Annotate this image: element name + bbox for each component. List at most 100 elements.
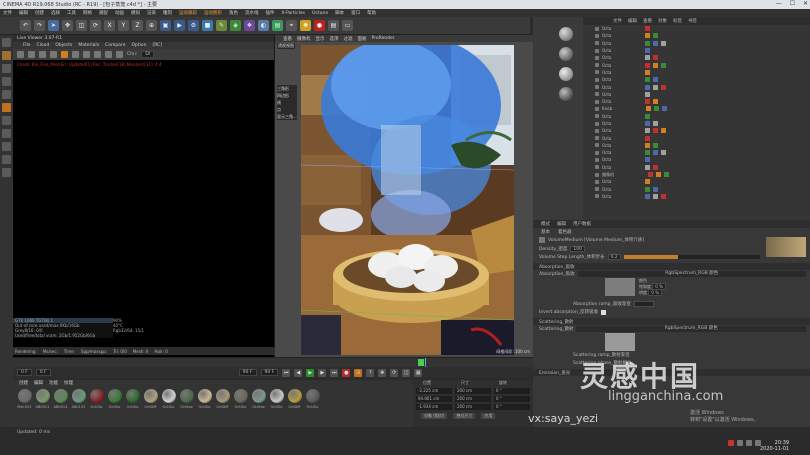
menu-item[interactable]: 窗口 [351, 10, 360, 16]
object-tag-icon[interactable] [645, 91, 651, 97]
attribute-menu-item[interactable]: 模式 [541, 221, 550, 227]
object-name[interactable]: Octa [602, 143, 611, 148]
object-tag-icon[interactable] [645, 164, 651, 170]
prev-key-icon[interactable]: ◀ [294, 368, 303, 377]
object-name[interactable]: Octa [602, 55, 611, 60]
object-tag-icon[interactable] [645, 128, 651, 134]
send-scene-icon[interactable] [17, 51, 24, 58]
object-menu-item[interactable]: 书签 [688, 18, 697, 24]
object-tag-icon[interactable] [653, 40, 659, 46]
object-row[interactable]: Octa [583, 91, 810, 98]
object-name[interactable]: Octa [602, 26, 611, 31]
lv-menu-item[interactable]: Objects [55, 43, 72, 48]
timeline-window-icon[interactable]: ▦ [414, 368, 423, 377]
scattering-shader[interactable]: RgbSpectrum_RGB 颜色 [576, 326, 806, 332]
rot-p-field[interactable]: 0 ° [494, 396, 530, 402]
attribute-subtab[interactable]: 着色器 [558, 229, 572, 235]
object-tag-icon[interactable] [653, 128, 659, 134]
object-tag-icon[interactable] [645, 84, 651, 90]
viewport-menu-item[interactable]: 面板 [358, 36, 367, 42]
object-tag-icon[interactable] [653, 33, 659, 39]
lv-menu-item[interactable]: Materials [78, 43, 99, 48]
material-menu-item[interactable]: 纹理 [64, 380, 73, 386]
menu-item[interactable]: 渲染 [147, 10, 156, 16]
object-row[interactable]: Octa [583, 83, 810, 90]
preview-sphere-icon[interactable] [559, 87, 573, 101]
object-row[interactable]: Octa [583, 178, 810, 185]
object-name[interactable]: Octa [602, 63, 611, 68]
cloner-icon[interactable]: ❖ [244, 20, 255, 31]
viewport[interactable]: 查看 摄像机 显示 选项 过滤 面板 ProRender 透视视图 三角形 四边形线点显示三角… [275, 35, 533, 357]
object-tag-icon[interactable] [645, 179, 651, 185]
absorption-ramp-field[interactable] [633, 301, 654, 307]
menu-item[interactable]: 模拟 [131, 10, 140, 16]
object-tag-icon[interactable] [645, 186, 651, 192]
focus-icon[interactable] [105, 51, 112, 58]
object-tag-icon[interactable] [653, 150, 659, 156]
texture-mode-icon[interactable] [2, 51, 11, 60]
object-tag-icon[interactable] [661, 150, 667, 156]
object-name[interactable]: Knob [602, 106, 612, 111]
camera-icon[interactable]: ⌖ [286, 20, 297, 31]
object-tag-icon[interactable] [661, 84, 667, 90]
polygons-mode-icon[interactable] [2, 103, 11, 112]
object-tag-icon[interactable] [653, 186, 659, 192]
object-tag-icon[interactable] [645, 77, 651, 83]
size-y-field[interactable]: 200 cm [455, 396, 491, 402]
menu-item[interactable]: 脚本 [335, 10, 344, 16]
pick-object-icon[interactable] [94, 51, 101, 58]
lv-menu-item[interactable]: Compare [105, 43, 125, 48]
menu-item[interactable]: 文件 [3, 10, 12, 16]
keyframe-selection-icon[interactable]: ? [366, 368, 375, 377]
object-name[interactable]: Octa [602, 70, 611, 75]
rot-b-field[interactable]: 0 ° [494, 404, 530, 410]
object-name[interactable]: Octa [602, 179, 611, 184]
object-name[interactable]: 摄像机 [602, 172, 614, 178]
size-z-field[interactable]: 200 cm [455, 404, 491, 410]
rotate-icon[interactable]: ⟳ [90, 20, 101, 31]
object-name[interactable]: Octa [602, 48, 611, 53]
key-position-icon[interactable]: ✥ [378, 368, 387, 377]
object-name[interactable]: Octa [602, 33, 611, 38]
object-tag-icon[interactable] [645, 99, 651, 105]
absorption-section[interactable]: Absorption_吸收 [533, 263, 810, 270]
object-name[interactable]: Octa [602, 85, 611, 90]
menu-item[interactable]: 动画 [115, 10, 124, 16]
frame-max-field[interactable]: 90 F [260, 369, 279, 376]
render-settings-icon[interactable]: ⚙ [188, 20, 199, 31]
cube-icon[interactable]: ■ [202, 20, 213, 31]
object-tag-icon[interactable] [645, 33, 651, 39]
object-tag-icon[interactable] [646, 106, 652, 112]
object-row[interactable]: Octa [583, 164, 810, 171]
object-menu-item[interactable]: 查看 [643, 18, 652, 24]
attribute-menu-item[interactable]: 编辑 [557, 221, 566, 227]
object-tag-icon[interactable] [664, 172, 669, 178]
object-row[interactable]: Octa [583, 61, 810, 68]
object-tag-icon[interactable] [645, 69, 651, 75]
z-axis-icon[interactable]: Z [132, 20, 143, 31]
model-mode-icon[interactable] [2, 38, 11, 47]
object-tag-icon[interactable] [661, 40, 667, 46]
object-tag-icon[interactable] [661, 193, 667, 199]
object-tag-icon[interactable] [645, 193, 651, 199]
object-row[interactable]: Octa [583, 32, 810, 39]
size-x-field[interactable]: 200 cm [455, 388, 491, 394]
viewport-menu-item[interactable]: 查看 [283, 36, 292, 42]
object-name[interactable]: Octa [602, 99, 611, 104]
pen-icon[interactable]: ✎ [216, 20, 227, 31]
layout-icon[interactable]: ▭ [342, 20, 353, 31]
lv-menu-item[interactable]: File [23, 43, 31, 48]
key-scale-icon[interactable]: ◫ [402, 368, 411, 377]
menu-item[interactable]: Octane [312, 11, 328, 16]
menu-item[interactable]: 网格 [83, 10, 92, 16]
object-tag-icon[interactable] [653, 193, 659, 199]
workplane-icon[interactable] [2, 64, 11, 73]
material-swatch[interactable]: OctSpe [179, 389, 194, 409]
apply-button[interactable]: 应用 [481, 413, 496, 419]
material-swatch[interactable]: OctDiff [143, 389, 158, 409]
frame-current-field[interactable]: 0 F [35, 369, 51, 376]
object-row[interactable]: Octa [583, 40, 810, 47]
scattering-swatch[interactable] [605, 333, 635, 351]
menu-item[interactable]: 雕刻 [163, 10, 172, 16]
preview-sphere-icon[interactable] [559, 27, 573, 41]
